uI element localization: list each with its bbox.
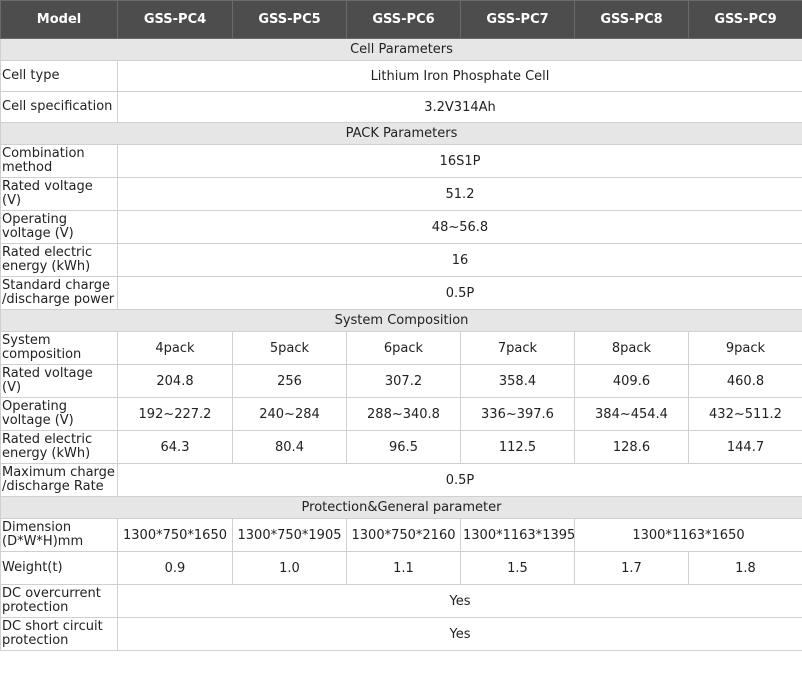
table-row: Combination method 16S1P: [0, 144, 802, 178]
section-protection-general: Protection&General parameter: [0, 496, 802, 519]
row-label-rated-voltage: Rated voltage (V): [0, 177, 118, 211]
header-row: Model GSS-PC4 GSS-PC5 GSS-PC6 GSS-PC7 GS…: [0, 0, 802, 39]
table-row: Rated voltage (V) 204.8 256 307.2 358.4 …: [0, 364, 802, 398]
table-row: Rated electric energy (kWh) 64.3 80.4 96…: [0, 430, 802, 464]
row-label-rated-energy: Rated electric energy (kWh): [0, 243, 118, 277]
row-label-system-rated-energy: Rated electric energy (kWh): [0, 430, 118, 464]
rated-voltage-pc9: 460.8: [688, 364, 802, 398]
weight-pc7: 1.5: [460, 551, 575, 585]
composition-pc5: 5pack: [232, 331, 347, 365]
rated-voltage-pc6: 307.2: [346, 364, 461, 398]
row-label-system-operating-voltage: Operating voltage (V): [0, 397, 118, 431]
table-row: Cell specification 3.2V314Ah: [0, 91, 802, 123]
composition-pc6: 6pack: [346, 331, 461, 365]
dc-overcurrent-value: Yes: [117, 584, 802, 618]
weight-pc6: 1.1: [346, 551, 461, 585]
table-row: Rated electric energy (kWh) 16: [0, 243, 802, 277]
pack-charge-power-value: 0.5P: [117, 276, 802, 310]
rated-voltage-pc5: 256: [232, 364, 347, 398]
header-model-pc9: GSS-PC9: [688, 0, 802, 39]
section-cell-parameters: Cell Parameters: [0, 38, 802, 61]
rated-energy-pc5: 80.4: [232, 430, 347, 464]
operating-voltage-pc4: 192~227.2: [117, 397, 233, 431]
rated-energy-pc6: 96.5: [346, 430, 461, 464]
section-title: Protection&General parameter: [0, 496, 802, 519]
rated-energy-pc8: 128.6: [574, 430, 689, 464]
composition-pc7: 7pack: [460, 331, 575, 365]
max-rate-value: 0.5P: [117, 463, 802, 497]
pack-rated-energy-value: 16: [117, 243, 802, 277]
section-title: PACK Parameters: [0, 122, 802, 145]
operating-voltage-pc8: 384~454.4: [574, 397, 689, 431]
row-label-system-rated-voltage: Rated voltage (V): [0, 364, 118, 398]
pack-rated-voltage-value: 51.2: [117, 177, 802, 211]
table-row: Maximum charge /discharge Rate 0.5P: [0, 463, 802, 497]
operating-voltage-pc9: 432~511.2: [688, 397, 802, 431]
rated-voltage-pc7: 358.4: [460, 364, 575, 398]
rated-energy-pc4: 64.3: [117, 430, 233, 464]
row-label-cell-type: Cell type: [0, 60, 118, 92]
dc-short-circuit-value: Yes: [117, 617, 802, 651]
row-label-dimension: Dimension (D*W*H)mm: [0, 518, 118, 552]
table-row: Rated voltage (V) 51.2: [0, 177, 802, 211]
weight-pc8: 1.7: [574, 551, 689, 585]
row-label-operating-voltage: Operating voltage (V): [0, 210, 118, 244]
composition-pc8: 8pack: [574, 331, 689, 365]
pack-operating-voltage-value: 48~56.8: [117, 210, 802, 244]
weight-pc9: 1.8: [688, 551, 802, 585]
dimension-pc6: 1300*750*2160: [346, 518, 461, 552]
section-title: Cell Parameters: [0, 38, 802, 61]
table-row: Operating voltage (V) 192~227.2 240~284 …: [0, 397, 802, 431]
row-label-dc-short-circuit: DC short circuit protection: [0, 617, 118, 651]
header-model-pc5: GSS-PC5: [232, 0, 347, 39]
table-row: Dimension (D*W*H)mm 1300*750*1650 1300*7…: [0, 518, 802, 552]
cell-type-value: Lithium Iron Phosphate Cell: [117, 60, 802, 92]
header-model-pc7: GSS-PC7: [460, 0, 575, 39]
header-model-pc6: GSS-PC6: [346, 0, 461, 39]
table-row: Weight(t) 0.9 1.0 1.1 1.5 1.7 1.8: [0, 551, 802, 585]
weight-pc5: 1.0: [232, 551, 347, 585]
composition-pc9: 9pack: [688, 331, 802, 365]
combination-value: 16S1P: [117, 144, 802, 178]
dimension-pc4: 1300*750*1650: [117, 518, 233, 552]
section-system-composition: System Composition: [0, 309, 802, 332]
dimension-pc5: 1300*750*1905: [232, 518, 347, 552]
header-model-pc8: GSS-PC8: [574, 0, 689, 39]
table-row: DC overcurrent protection Yes: [0, 584, 802, 618]
operating-voltage-pc6: 288~340.8: [346, 397, 461, 431]
section-title: System Composition: [0, 309, 802, 332]
operating-voltage-pc5: 240~284: [232, 397, 347, 431]
table-row: Operating voltage (V) 48~56.8: [0, 210, 802, 244]
cell-spec-value: 3.2V314Ah: [117, 91, 802, 123]
spec-table: Model GSS-PC4 GSS-PC5 GSS-PC6 GSS-PC7 GS…: [0, 0, 802, 651]
table-row: System composition 4pack 5pack 6pack 7pa…: [0, 331, 802, 365]
table-row: Standard charge /discharge power 0.5P: [0, 276, 802, 310]
row-label-system-composition: System composition: [0, 331, 118, 365]
table-row: Cell type Lithium Iron Phosphate Cell: [0, 60, 802, 92]
header-model-pc4: GSS-PC4: [117, 0, 233, 39]
rated-energy-pc9: 144.7: [688, 430, 802, 464]
table-row: DC short circuit protection Yes: [0, 617, 802, 651]
composition-pc4: 4pack: [117, 331, 233, 365]
row-label-charge-power: Standard charge /discharge power: [0, 276, 118, 310]
section-pack-parameters: PACK Parameters: [0, 122, 802, 145]
row-label-weight: Weight(t): [0, 551, 118, 585]
rated-energy-pc7: 112.5: [460, 430, 575, 464]
row-label-max-rate: Maximum charge /discharge Rate: [0, 463, 118, 497]
dimension-pc7: 1300*1163*1395: [460, 518, 575, 552]
dimension-pc8-pc9: 1300*1163*1650: [574, 518, 802, 552]
operating-voltage-pc7: 336~397.6: [460, 397, 575, 431]
row-label-dc-overcurrent: DC overcurrent protection: [0, 584, 118, 618]
rated-voltage-pc4: 204.8: [117, 364, 233, 398]
rated-voltage-pc8: 409.6: [574, 364, 689, 398]
row-label-combination: Combination method: [0, 144, 118, 178]
weight-pc4: 0.9: [117, 551, 233, 585]
row-label-cell-spec: Cell specification: [0, 91, 118, 123]
header-model: Model: [0, 0, 118, 39]
